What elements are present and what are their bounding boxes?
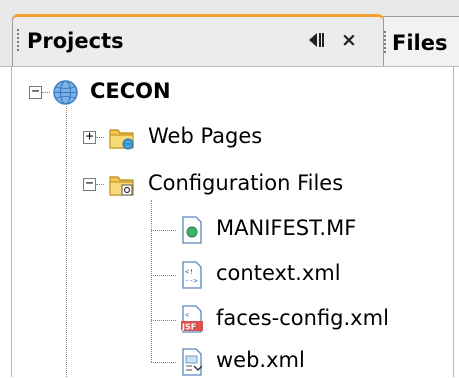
config-folder-icon bbox=[109, 176, 134, 196]
project-node-label[interactable]: CECON bbox=[90, 79, 171, 103]
globe-icon bbox=[53, 80, 78, 105]
tree-line bbox=[151, 230, 176, 232]
web-pages-label[interactable]: Web Pages bbox=[148, 124, 262, 148]
panel-border-right bbox=[453, 66, 454, 377]
tree-line bbox=[42, 92, 50, 94]
xml-file-icon: <! --> bbox=[182, 261, 202, 289]
tree-line bbox=[96, 184, 104, 186]
tab-projects[interactable]: Projects bbox=[12, 14, 384, 70]
file-label[interactable]: web.xml bbox=[216, 348, 305, 372]
tab-files[interactable]: Files bbox=[378, 16, 459, 66]
tab-grip-icon bbox=[384, 31, 386, 55]
panel-border-left bbox=[11, 66, 12, 377]
collapse-toggle[interactable]: − bbox=[29, 85, 42, 99]
web-xml-file-icon bbox=[182, 348, 203, 376]
tree-line bbox=[151, 320, 176, 322]
tree-line bbox=[151, 200, 153, 362]
tab-grip-icon bbox=[17, 29, 19, 53]
tab-projects-label: Projects bbox=[27, 29, 124, 53]
tree-line bbox=[96, 137, 104, 139]
svg-text:<: < bbox=[185, 311, 189, 319]
tab-files-label: Files bbox=[392, 31, 448, 55]
tree-line bbox=[66, 106, 68, 377]
tree-line bbox=[151, 362, 176, 364]
tree-line bbox=[151, 275, 176, 277]
close-icon[interactable]: × bbox=[341, 30, 357, 50]
minimize-window-icon[interactable] bbox=[307, 32, 325, 48]
manifest-file-icon bbox=[182, 216, 202, 244]
file-label[interactable]: MANIFEST.MF bbox=[216, 216, 356, 240]
file-label[interactable]: context.xml bbox=[216, 261, 341, 285]
expand-toggle[interactable]: + bbox=[83, 130, 96, 144]
configuration-files-label[interactable]: Configuration Files bbox=[148, 171, 343, 195]
svg-text:JSF: JSF bbox=[181, 323, 196, 332]
file-label[interactable]: faces-config.xml bbox=[216, 306, 389, 330]
collapse-toggle[interactable]: − bbox=[83, 177, 96, 191]
web-folder-icon bbox=[109, 129, 134, 150]
jsf-file-icon: < JSF bbox=[181, 305, 203, 333]
svg-text:-->: --> bbox=[185, 277, 198, 285]
svg-text:<!: <! bbox=[185, 268, 193, 276]
